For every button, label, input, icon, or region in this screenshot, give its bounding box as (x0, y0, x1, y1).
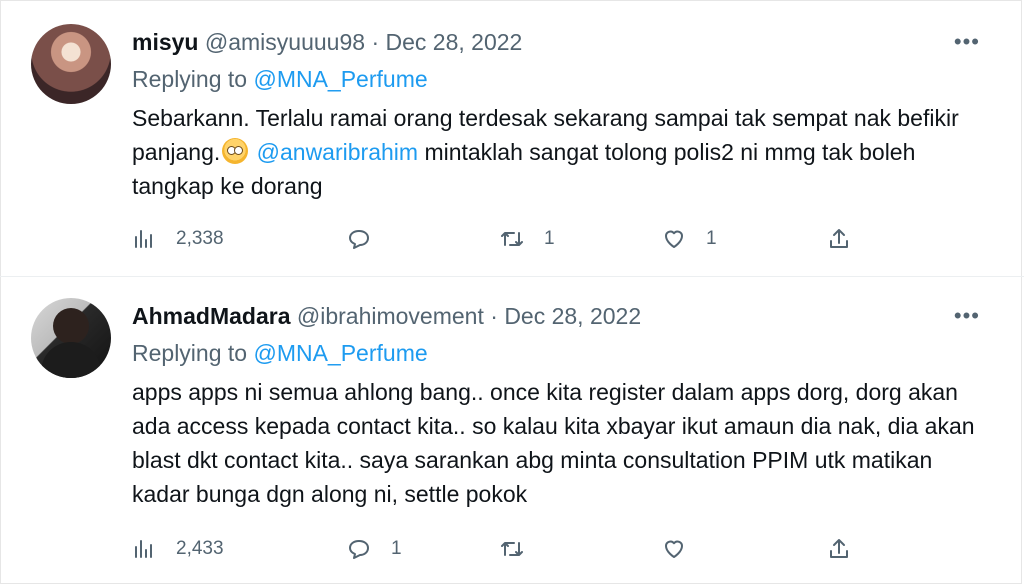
separator: · (371, 29, 380, 55)
views-icon (135, 540, 152, 558)
reply-icon (349, 540, 369, 559)
views-button[interactable]: 2,433 (132, 534, 224, 564)
reply-button[interactable]: 1 (347, 534, 402, 564)
timestamp[interactable]: Dec 28, 2022 (386, 29, 523, 55)
retweet-button[interactable] (500, 534, 544, 564)
share-icon (830, 539, 848, 558)
share-button[interactable] (827, 224, 851, 254)
like-count: 1 (706, 228, 717, 249)
handle[interactable]: @amisyuuuu98 (205, 29, 365, 55)
retweet-count: 1 (544, 228, 555, 249)
like-button[interactable]: 1 (662, 224, 717, 254)
retweet-button[interactable]: 1 (500, 224, 555, 254)
timestamp[interactable]: Dec 28, 2022 (504, 303, 641, 329)
avatar[interactable] (31, 24, 111, 104)
tweet-1[interactable]: misyu @amisyuuuu98 · Dec 28, 2022 ••• Re… (0, 0, 1024, 277)
avatar-head (53, 308, 89, 344)
views-button[interactable]: 2,338 (132, 224, 224, 254)
mention-link[interactable]: @anwaribrahim (257, 139, 418, 165)
like-button[interactable] (662, 534, 706, 564)
replying-to-link[interactable]: @MNA_Perfume (253, 340, 427, 366)
reply-count: 1 (391, 538, 402, 559)
face-holding-back-tears-icon (222, 138, 249, 164)
retweet-icon (501, 232, 523, 246)
replying-to: Replying to @MNA_Perfume (132, 66, 428, 93)
views-count: 2,433 (176, 538, 224, 559)
tweet-header: misyu @amisyuuuu98 · Dec 28, 2022 (132, 28, 522, 56)
action-bar: 2,338 1 1 (132, 224, 872, 254)
reply-icon (349, 230, 369, 249)
action-bar: 2,433 1 (132, 534, 872, 564)
display-name[interactable]: misyu (132, 29, 198, 55)
handle[interactable]: @ibrahimovement (297, 303, 484, 329)
replying-to-link[interactable]: @MNA_Perfume (253, 66, 427, 92)
tweet-header: AhmadMadara @ibrahimovement · Dec 28, 20… (132, 302, 641, 330)
like-icon (665, 540, 683, 558)
display-name[interactable]: AhmadMadara (132, 303, 290, 329)
share-button[interactable] (827, 534, 851, 564)
separator: · (490, 303, 498, 329)
views-count: 2,338 (176, 228, 224, 249)
more-icon[interactable]: ••• (954, 28, 980, 56)
views-icon (135, 230, 152, 248)
tweet-text: Sebarkann. Terlalu ramai orang terdesak … (132, 101, 992, 203)
tweet-text-part: mintaklah sangat tolong polis2 ni mmg ta… (132, 139, 916, 199)
reply-button[interactable] (347, 224, 391, 254)
retweet-icon (501, 542, 523, 556)
avatar-body (41, 342, 101, 378)
more-icon[interactable]: ••• (954, 302, 980, 330)
replying-prefix: Replying to (132, 66, 248, 92)
like-icon (665, 230, 683, 248)
share-icon (830, 229, 848, 248)
avatar[interactable] (31, 298, 111, 378)
